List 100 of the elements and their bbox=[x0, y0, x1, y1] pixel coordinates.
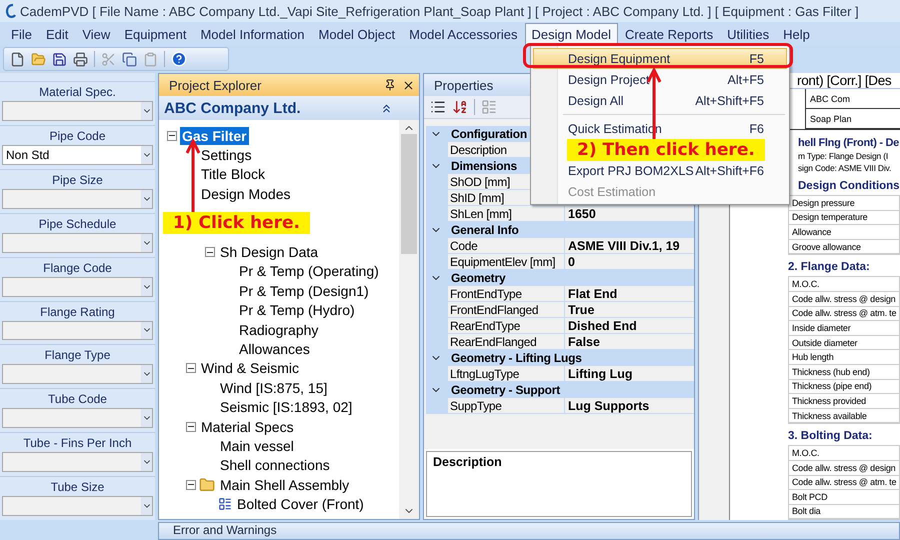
property-name: RearEndFlanged bbox=[448, 334, 564, 350]
menu-item[interactable]: File bbox=[4, 22, 39, 46]
scrollbar[interactable] bbox=[399, 120, 419, 519]
property-name: RearEndType bbox=[448, 318, 564, 334]
table-cell: Allowance bbox=[789, 225, 899, 240]
close-icon[interactable] bbox=[402, 78, 415, 92]
table-cell: Inside diameter bbox=[789, 321, 899, 336]
property-name: FrontEndType bbox=[448, 286, 564, 302]
dropdown-field[interactable] bbox=[2, 452, 153, 472]
property-category[interactable]: General Info bbox=[426, 222, 694, 238]
table-cell: Code allw. stress @ design bbox=[789, 292, 899, 307]
tree-item[interactable]: Shell connections bbox=[218, 456, 332, 474]
dropdown-field[interactable] bbox=[2, 188, 153, 209]
dropdown-field[interactable] bbox=[2, 320, 153, 340]
collapse-icon[interactable] bbox=[166, 130, 176, 141]
tree-item[interactable]: Wind [IS:875, 15] bbox=[218, 378, 330, 397]
property-value[interactable]: True bbox=[565, 302, 694, 318]
callout: 2) Then click here. bbox=[567, 139, 765, 161]
tree-item[interactable]: Pr & Temp (Design1) bbox=[237, 282, 371, 300]
menu-item[interactable]: Model Accessories bbox=[402, 22, 525, 46]
tree-item[interactable]: Gas Filter bbox=[180, 126, 249, 145]
table-cell: Design pressure bbox=[789, 196, 899, 211]
property-name: Code bbox=[448, 238, 564, 254]
table-cell: Thickness (hub end) bbox=[789, 364, 899, 380]
table-cell: M.O.C. bbox=[789, 446, 899, 461]
table-cell: M.O.C. bbox=[789, 277, 899, 292]
menu-item[interactable]: Utilities bbox=[720, 22, 776, 46]
property-category[interactable]: Geometry - Support bbox=[426, 382, 694, 398]
dropdown-field[interactable] bbox=[2, 408, 153, 428]
section-title: 2. Flange Data: bbox=[788, 260, 871, 276]
collapse-icon[interactable] bbox=[204, 247, 214, 258]
tree-item[interactable]: Allowances bbox=[237, 340, 312, 358]
property-category[interactable]: Geometry bbox=[426, 270, 694, 286]
tree-item[interactable]: Design Modes bbox=[199, 184, 292, 203]
table-cell: Bolt dia bbox=[789, 504, 899, 520]
tree-item[interactable]: Sh Design Data bbox=[218, 243, 320, 262]
menu-item[interactable]: Equipment bbox=[117, 22, 194, 46]
categorized-icon[interactable] bbox=[430, 99, 446, 115]
menu-entry[interactable]: Design All Alt+Shift+F5 bbox=[533, 90, 787, 111]
property-name: SuppType bbox=[448, 398, 564, 414]
menu-item[interactable]: Help bbox=[776, 22, 817, 46]
folder-icon bbox=[199, 476, 215, 493]
property-category[interactable]: Geometry - Lifting Lugs bbox=[426, 350, 694, 366]
property-value[interactable]: Flat End bbox=[565, 286, 694, 302]
menu-item[interactable]: Model Information bbox=[193, 22, 312, 46]
dropdown-field[interactable] bbox=[2, 276, 153, 297]
tree-item[interactable]: Pr & Temp (Hydro) bbox=[237, 301, 357, 320]
menu-item[interactable]: Design Model bbox=[524, 22, 618, 46]
collapse-icon[interactable] bbox=[186, 422, 196, 432]
copy-icon[interactable] bbox=[122, 52, 137, 66]
panel-title: Properties bbox=[434, 78, 494, 92]
new-file-icon[interactable] bbox=[10, 52, 25, 66]
dropdown-field[interactable] bbox=[2, 101, 153, 121]
collapse-icon[interactable] bbox=[186, 480, 196, 490]
tree-item[interactable]: Bolted Cover (Front) bbox=[235, 495, 366, 514]
tree-item[interactable]: Wind & Seismic bbox=[199, 359, 302, 378]
report-heading: hell Flng (Front) - De bbox=[797, 136, 900, 150]
table-cell: Code allw. stress @ atm. te bbox=[789, 306, 899, 322]
property-value[interactable]: Lifting Lug bbox=[565, 366, 694, 382]
tree-item[interactable]: Seismic [IS:1893, 02] bbox=[218, 398, 354, 416]
save-icon[interactable] bbox=[52, 52, 67, 66]
info-line: m Type: Flange Design (I bbox=[797, 150, 890, 162]
help-icon[interactable] bbox=[171, 51, 187, 67]
menu-item[interactable]: View bbox=[75, 22, 118, 46]
tree-item[interactable]: Radiography bbox=[237, 320, 320, 339]
property-value[interactable]: 0 bbox=[565, 254, 694, 270]
tree-item[interactable]: Main vessel bbox=[218, 436, 296, 455]
table-cell: Code allw. stress @ design bbox=[789, 460, 899, 476]
print-icon[interactable] bbox=[73, 52, 88, 66]
property-value[interactable]: 1650 bbox=[565, 206, 694, 222]
tree-item[interactable]: Main Shell Assembly bbox=[218, 476, 352, 494]
header-cell: ABC Com bbox=[806, 89, 900, 109]
section-title: 3. Bolting Data: bbox=[788, 429, 874, 444]
menu-item[interactable]: Model Object bbox=[312, 22, 402, 46]
dropdown-field[interactable] bbox=[2, 232, 153, 253]
company-name: ABC Company Ltd. bbox=[164, 100, 301, 116]
property-value[interactable]: ASME VIII Div.1, 19 bbox=[565, 238, 694, 254]
sort-alphabetical-icon[interactable] bbox=[452, 99, 468, 115]
property-value[interactable]: Dished End bbox=[565, 318, 694, 334]
dropdown-field[interactable] bbox=[2, 496, 153, 516]
dropdown-field[interactable]: Non Std bbox=[2, 144, 153, 165]
tree-item[interactable]: Pr & Temp (Operating) bbox=[237, 262, 381, 280]
collapse-icon[interactable] bbox=[186, 363, 196, 374]
table-cell: Thickness provided bbox=[789, 394, 899, 409]
callout: 1) Click here. bbox=[163, 212, 310, 234]
property-value[interactable]: Lug Supports bbox=[565, 398, 694, 414]
scrollbar-thumb[interactable] bbox=[401, 134, 417, 254]
component-icon bbox=[218, 497, 232, 512]
table-cell: Thickness available bbox=[789, 408, 899, 424]
table-cell: Thickness (pipe end) bbox=[789, 380, 899, 394]
tree-item[interactable]: Title Block bbox=[199, 165, 268, 184]
menu-item[interactable]: Create Reports bbox=[618, 22, 720, 46]
tree-item[interactable]: Settings bbox=[199, 146, 254, 164]
tree-item[interactable]: Material Specs bbox=[199, 418, 296, 436]
dropdown-field[interactable] bbox=[2, 364, 153, 384]
menu-item[interactable]: Edit bbox=[38, 22, 76, 46]
pin-icon[interactable] bbox=[384, 78, 396, 90]
table-cell: Bolt PCD bbox=[789, 490, 899, 505]
property-value[interactable]: False bbox=[565, 334, 694, 350]
table-cell: Outside diameter bbox=[789, 336, 899, 350]
